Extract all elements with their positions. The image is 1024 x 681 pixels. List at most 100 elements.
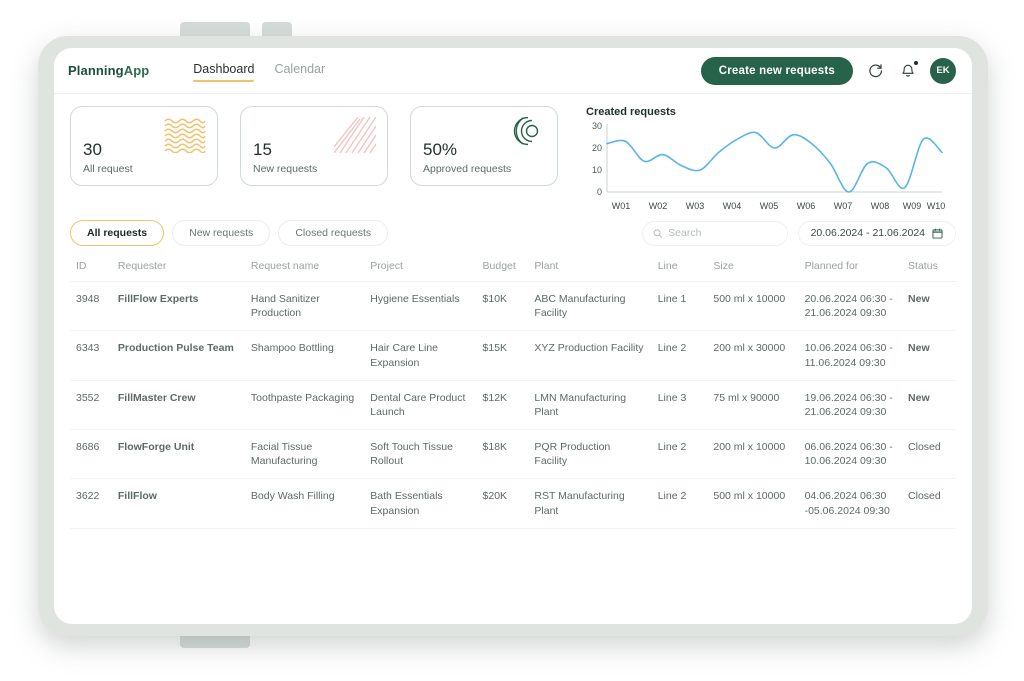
x-tick-w06: W06 bbox=[796, 201, 816, 211]
col-request-name[interactable]: Request name bbox=[244, 260, 365, 282]
search-input[interactable] bbox=[668, 227, 777, 239]
table-toolbar: All requests New requests Closed request… bbox=[70, 220, 956, 246]
app-logo: PlanningApp bbox=[68, 63, 149, 78]
col-planned-for[interactable]: Planned for bbox=[798, 260, 903, 282]
x-tick-w03: W03 bbox=[685, 201, 705, 211]
cell-size: 200 ml x 30000 bbox=[707, 330, 799, 381]
table-body: 3948 FillFlow Experts Hand Sanitizer Pro… bbox=[70, 281, 956, 529]
cell-size: 500 ml x 10000 bbox=[707, 281, 799, 332]
col-project[interactable]: Project bbox=[364, 260, 477, 282]
col-line[interactable]: Line bbox=[651, 260, 708, 282]
cell-budget: $12K bbox=[476, 380, 529, 431]
status-badge: Closed bbox=[902, 478, 956, 529]
search-box[interactable] bbox=[641, 220, 788, 246]
status-badge: Closed bbox=[902, 429, 956, 480]
col-requester[interactable]: Requester bbox=[111, 260, 245, 282]
stat-label: All request bbox=[83, 163, 133, 175]
app-screen: PlanningApp Dashboard Calendar Create ne… bbox=[54, 48, 972, 624]
filter-closed-requests[interactable]: Closed requests bbox=[278, 220, 389, 246]
cell-plant: RST Manufacturing Plant bbox=[528, 478, 652, 529]
table-header-row: ID Requester Request name Project Budget… bbox=[70, 260, 956, 282]
table-row[interactable]: 3622 FillFlow Body Wash Filling Bath Ess… bbox=[70, 478, 956, 529]
cell-request-name: Body Wash Filling bbox=[244, 478, 365, 529]
screenshot-root: PlanningApp Dashboard Calendar Create ne… bbox=[0, 0, 1024, 681]
cell-request-name: Facial Tissue Manufacturing bbox=[244, 429, 365, 480]
cell-line: Line 2 bbox=[651, 478, 708, 529]
cell-plant: ABC Manufacturing Facility bbox=[528, 281, 652, 332]
date-range-text: 20.06.2024 - 21.06.2024 bbox=[810, 227, 925, 239]
header-actions: Create new requests EK bbox=[700, 56, 956, 85]
col-plant[interactable]: Plant bbox=[528, 260, 652, 282]
cell-budget: $18K bbox=[476, 429, 529, 480]
col-size[interactable]: Size bbox=[707, 260, 799, 282]
date-range-picker[interactable]: 20.06.2024 - 21.06.2024 bbox=[797, 220, 956, 246]
nav-item-dashboard[interactable]: Dashboard bbox=[193, 62, 255, 82]
filter-pills: All requests New requests Closed request… bbox=[70, 220, 389, 246]
y-axis-ticks: 30 20 10 0 bbox=[586, 121, 604, 197]
col-id[interactable]: ID bbox=[70, 260, 112, 282]
cell-id: 3948 bbox=[70, 281, 112, 332]
cell-budget: $10K bbox=[476, 281, 529, 332]
cell-size: 75 ml x 90000 bbox=[707, 380, 799, 431]
stat-cards: 30 All request 15 New requests 50% Appro… bbox=[70, 106, 558, 202]
page-content: 30 All request 15 New requests 50% Appro… bbox=[54, 94, 972, 529]
x-tick-w10: W10 bbox=[926, 201, 946, 211]
stat-card-new-requests[interactable]: 15 New requests bbox=[240, 106, 388, 186]
cell-requester: FlowForge Unit bbox=[111, 429, 245, 480]
table-row[interactable]: 6343 Production Pulse Team Shampoo Bottl… bbox=[70, 330, 956, 381]
filter-new-requests[interactable]: New requests bbox=[172, 220, 271, 246]
cell-planned-for: 20.06.2024 06:30 - 21.06.2024 09:30 bbox=[798, 281, 903, 332]
col-budget[interactable]: Budget bbox=[476, 260, 529, 282]
app-header: PlanningApp Dashboard Calendar Create ne… bbox=[54, 48, 972, 94]
table-row[interactable]: 3552 FillMaster Crew Toothpaste Packagin… bbox=[70, 380, 956, 431]
cell-id: 6343 bbox=[70, 330, 112, 381]
x-tick-w05: W05 bbox=[759, 201, 779, 211]
cell-plant: LMN Manufacturing Plant bbox=[528, 380, 652, 431]
created-requests-chart: Created requests 30 20 10 0 W01 W02 W03 … bbox=[580, 106, 956, 211]
x-tick-w02: W02 bbox=[648, 201, 668, 211]
x-tick-w04: W04 bbox=[722, 201, 742, 211]
stat-label: New requests bbox=[253, 163, 318, 175]
cell-size: 500 ml x 10000 bbox=[707, 478, 799, 529]
chart-plot-area: 30 20 10 0 W01 W02 W03 W04 W05 W06 W07 W… bbox=[586, 121, 945, 211]
cell-id: 3622 bbox=[70, 478, 112, 529]
cell-planned-for: 04.06.2024 06:30 -05.06.2024 09:30 bbox=[798, 478, 903, 529]
concentric-arcs-icon bbox=[513, 117, 539, 146]
create-new-requests-button[interactable]: Create new requests bbox=[700, 56, 853, 85]
requests-table: ID Requester Request name Project Budget… bbox=[70, 260, 956, 529]
nav-item-calendar[interactable]: Calendar bbox=[274, 62, 325, 79]
avatar[interactable]: EK bbox=[930, 57, 956, 84]
y-tick-20: 20 bbox=[591, 143, 602, 153]
cell-line: Line 3 bbox=[651, 380, 708, 431]
x-tick-w07: W07 bbox=[833, 201, 853, 211]
cell-requester: FillFlow Experts bbox=[111, 281, 245, 332]
chart-title: Created requests bbox=[586, 106, 676, 118]
col-status[interactable]: Status bbox=[902, 260, 956, 282]
cell-id: 8686 bbox=[70, 429, 112, 480]
overview-row: 30 All request 15 New requests 50% Appro… bbox=[70, 106, 956, 211]
cell-size: 200 ml x 10000 bbox=[707, 429, 799, 480]
cell-line: Line 2 bbox=[651, 429, 708, 480]
toolbar-right: 20.06.2024 - 21.06.2024 bbox=[641, 220, 956, 246]
cell-requester: FillMaster Crew bbox=[111, 380, 245, 431]
chart-svg bbox=[606, 124, 943, 193]
notification-dot bbox=[914, 61, 918, 65]
table-row[interactable]: 8686 FlowForge Unit Facial Tissue Manufa… bbox=[70, 429, 956, 480]
cell-line: Line 2 bbox=[651, 330, 708, 381]
cell-budget: $15K bbox=[476, 330, 529, 381]
bell-icon[interactable] bbox=[898, 61, 918, 80]
refresh-icon[interactable] bbox=[866, 61, 885, 80]
diagonal-stripes-icon bbox=[334, 117, 376, 153]
calendar-icon bbox=[932, 227, 943, 239]
logo-light: App bbox=[123, 63, 150, 78]
y-tick-0: 0 bbox=[596, 187, 602, 197]
cell-project: Hygiene Essentials bbox=[364, 281, 477, 332]
cell-request-name: Shampoo Bottling bbox=[244, 330, 365, 381]
logo-bold: Planning bbox=[68, 63, 124, 78]
cell-project: Dental Care Product Launch bbox=[364, 380, 477, 431]
x-axis-ticks: W01 W02 W03 W04 W05 W06 W07 W08 W09 W10 bbox=[586, 201, 946, 215]
stat-card-approved-requests[interactable]: 50% Approved requests bbox=[410, 106, 558, 186]
stat-card-all-requests[interactable]: 30 All request bbox=[70, 106, 218, 186]
filter-all-requests[interactable]: All requests bbox=[70, 220, 165, 246]
table-row[interactable]: 3948 FillFlow Experts Hand Sanitizer Pro… bbox=[70, 281, 956, 332]
